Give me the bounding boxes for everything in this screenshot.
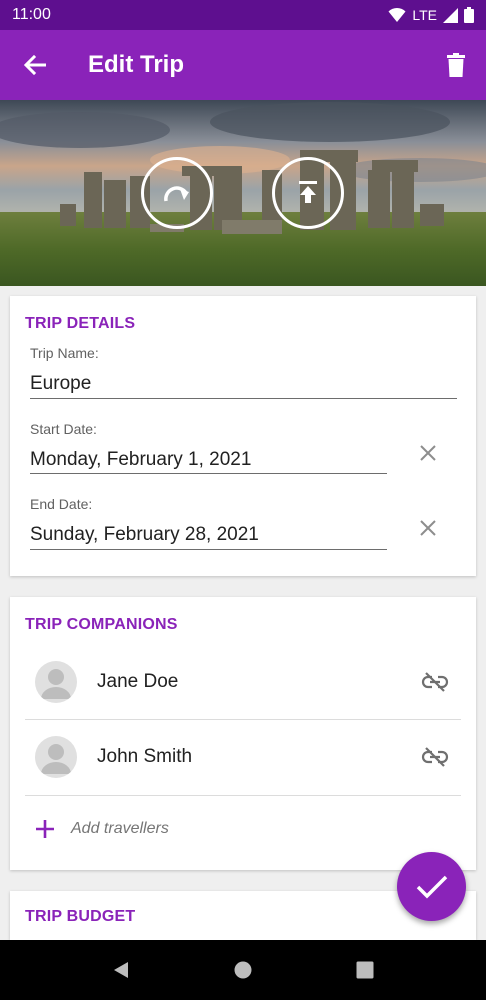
end-date-underline <box>30 549 387 550</box>
add-travellers-label: Add travellers <box>71 820 169 837</box>
trip-details-title: TRIP DETAILS <box>25 315 136 332</box>
start-date-underline <box>30 473 387 474</box>
save-trip-button[interactable] <box>397 852 466 921</box>
start-date-label: Start Date: <box>30 421 97 437</box>
circle-home-icon <box>234 961 252 979</box>
battery-icon <box>464 7 474 23</box>
link-off-icon <box>421 672 449 692</box>
plus-icon <box>36 820 54 838</box>
end-date-input[interactable]: Sunday, February 28, 2021 <box>30 524 259 546</box>
list-item[interactable]: John Smith <box>25 719 461 795</box>
wifi-icon <box>388 7 406 22</box>
close-icon <box>420 520 436 536</box>
triangle-back-icon <box>114 962 128 978</box>
trash-icon <box>447 53 465 77</box>
link-off-icon <box>421 747 449 767</box>
page-title: Edit Trip <box>88 51 184 78</box>
start-date-input[interactable]: Monday, February 1, 2021 <box>30 449 251 471</box>
clear-start-date-button[interactable] <box>416 441 440 465</box>
avatar <box>35 736 77 778</box>
trip-name-input[interactable]: Europe <box>30 373 91 395</box>
upload-image-button[interactable] <box>272 157 344 229</box>
list-item[interactable]: Jane Doe <box>25 644 461 720</box>
signal-icon <box>443 7 458 23</box>
back-button[interactable] <box>0 30 70 100</box>
trip-details-card: TRIP DETAILS Trip Name: Europe Start Dat… <box>10 296 476 576</box>
divider <box>25 795 461 796</box>
clear-end-date-button[interactable] <box>416 516 440 540</box>
app-bar: Edit Trip <box>0 30 486 100</box>
status-time: 11:00 <box>12 6 51 23</box>
person-icon <box>41 669 71 699</box>
add-travellers-button[interactable]: Add travellers <box>25 809 169 849</box>
status-icons: LTE <box>388 7 474 23</box>
square-recents-icon <box>356 961 374 979</box>
avatar <box>35 661 77 703</box>
rotate-icon <box>164 186 189 202</box>
check-icon <box>416 875 447 898</box>
close-icon <box>420 445 436 461</box>
network-type: LTE <box>412 7 437 23</box>
rotate-image-button[interactable] <box>141 157 213 229</box>
arrow-back-icon <box>24 55 46 75</box>
companion-name: Jane Doe <box>97 671 179 692</box>
nav-recents-button[interactable] <box>345 950 385 990</box>
companion-name: John Smith <box>97 746 193 767</box>
trip-cover-image <box>0 100 486 286</box>
unlink-companion-button[interactable] <box>415 662 455 702</box>
upload-icon <box>299 181 317 203</box>
nav-back-button[interactable] <box>101 950 141 990</box>
unlink-companion-button[interactable] <box>415 737 455 777</box>
nav-home-button[interactable] <box>223 950 263 990</box>
stonehenge-photo <box>0 100 486 286</box>
trip-budget-title: TRIP BUDGET <box>25 908 136 925</box>
end-date-label: End Date: <box>30 496 93 512</box>
trip-companions-card: TRIP COMPANIONS Jane Doe John Smith Add … <box>10 597 476 870</box>
trip-companions-title: TRIP COMPANIONS <box>25 616 178 633</box>
system-nav-bar <box>0 940 486 1000</box>
person-icon <box>41 744 71 774</box>
trip-name-underline <box>30 398 457 399</box>
delete-trip-button[interactable] <box>426 30 486 100</box>
status-bar: 11:00 LTE <box>0 0 486 30</box>
trip-name-label: Trip Name: <box>30 345 99 361</box>
